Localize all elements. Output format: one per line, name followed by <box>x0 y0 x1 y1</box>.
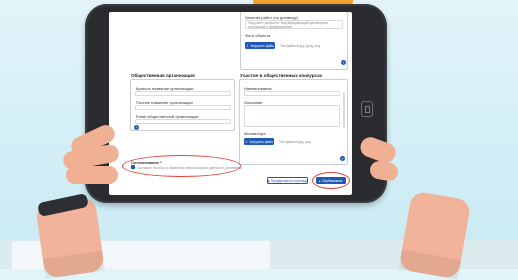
preview-button-label: Предпросмотр страницы <box>270 178 308 183</box>
photo-label: Фото объекта <box>245 33 271 38</box>
plus-symbol: + <box>135 125 138 130</box>
contests-title: Участие в общественных конкурсах <box>240 73 323 78</box>
upload-panel-top: Занятия работ (по договору) Загрузите до… <box>240 12 348 70</box>
tablet-screen: Занятия работ (по договору) Загрузите до… <box>109 12 352 195</box>
upload-hint-contest: Тип файлов jpg, png <box>279 140 311 144</box>
work-hint: Загрузите документ, подтверждающий догов… <box>248 21 329 29</box>
contest-name-field[interactable] <box>244 91 340 96</box>
upload-button-top[interactable]: ⇪ Загрузить файл <box>245 42 275 49</box>
org-full-name-field[interactable] <box>135 105 231 110</box>
contests-panel: Наименование Описание Миниатюра ⇪ Загрузи… <box>239 79 348 165</box>
plus-icon[interactable]: + <box>341 60 346 65</box>
orgs-title: Общественная организация <box>131 73 195 78</box>
upload-button-label: Загрузить файл <box>250 43 274 48</box>
contest-scrollbar[interactable] <box>343 92 345 128</box>
upload-icon: ⇪ <box>246 43 249 48</box>
left-finger-3 <box>66 166 118 184</box>
publish-highlight <box>312 172 350 189</box>
work-field[interactable]: Загрузите документ, подтверждающий догов… <box>245 20 343 29</box>
upload-icon: ⇪ <box>245 139 248 144</box>
upload-button-label: Загрузить файл <box>249 139 273 144</box>
plus-symbol: + <box>342 60 345 65</box>
plus-symbol: + <box>341 156 344 161</box>
upload-button-contest[interactable]: ⇪ Загрузить файл <box>244 138 274 145</box>
contests-plus-icon[interactable]: + <box>340 156 345 161</box>
org-short-name-field[interactable] <box>135 91 231 96</box>
orgs-panel: Краткое название организации Полное назв… <box>130 79 235 131</box>
tablet-home-button[interactable] <box>361 101 373 117</box>
upload-hint-top: Тип файлов jpg, jpeg, png <box>280 44 321 48</box>
org-email-field[interactable] <box>135 119 231 124</box>
contest-thumb-label: Миниатюра <box>244 131 266 136</box>
preview-button[interactable]: ◉ Предпросмотр страницы <box>267 177 308 184</box>
orgs-plus-icon[interactable]: + <box>134 125 139 130</box>
contest-desc-field[interactable] <box>244 105 340 127</box>
consent-highlight <box>122 155 241 177</box>
